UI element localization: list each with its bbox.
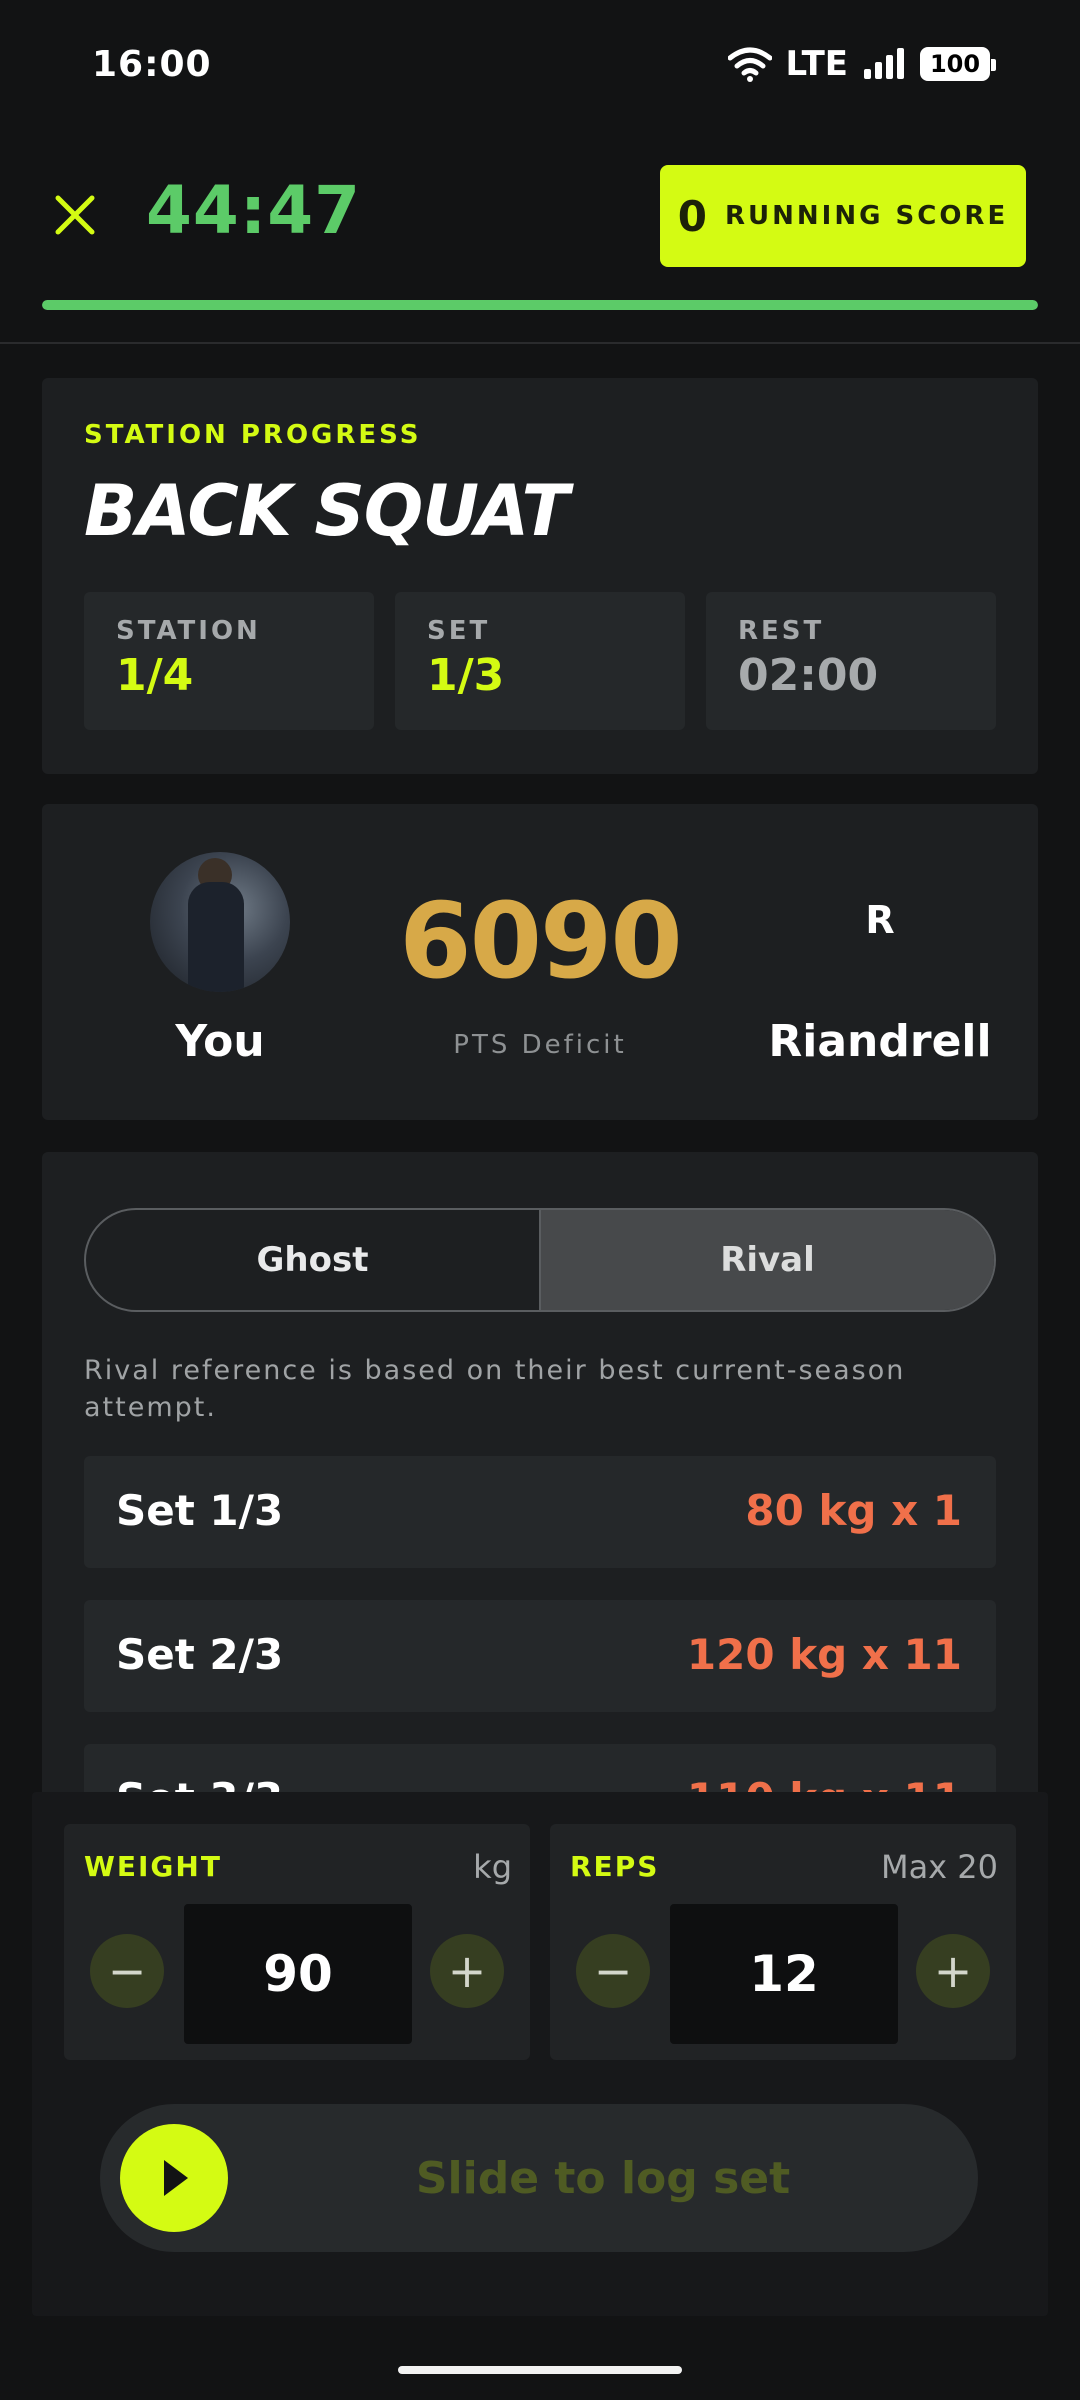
set-value: 80 kg x 1 (745, 1486, 962, 1535)
weight-unit: kg (473, 1848, 512, 1886)
slider-handle[interactable] (120, 2124, 228, 2232)
weight-increment-button[interactable]: + (430, 1934, 504, 2008)
status-icons: LTE 100 (727, 44, 996, 84)
avatar (150, 852, 290, 992)
running-score-label: RUNNING SCORE (725, 201, 1009, 231)
points-deficit-value: 6090 (399, 880, 682, 1002)
stat-label: REST (738, 616, 825, 646)
weight-decrement-button[interactable]: − (90, 1934, 164, 2008)
station-stat: STATION 1/4 (84, 592, 374, 730)
reference-card: Ghost Rival Rival reference is based on … (42, 1152, 1038, 1802)
user-name: You (175, 1016, 265, 1067)
home-indicator[interactable] (398, 2366, 682, 2374)
weight-stepper: WEIGHT kg − 90 + (64, 1824, 530, 2060)
reps-stepper: REPS Max 20 − 12 + (550, 1824, 1016, 2060)
status-time: 16:00 (92, 44, 212, 85)
status-bar: 16:00 LTE 100 (0, 0, 1080, 130)
reps-input[interactable]: 12 (670, 1904, 898, 2044)
reps-max: Max 20 (880, 1848, 998, 1886)
reference-note: Rival reference is based on their best c… (84, 1355, 906, 1423)
workout-header: 44:47 0 RUNNING SCORE (0, 160, 1080, 270)
stat-label: STATION (116, 616, 261, 646)
workout-progress-bar (42, 300, 1038, 310)
set-label: Set 2/3 (116, 1630, 284, 1679)
list-item: Set 2/3 120 kg x 11 (84, 1600, 996, 1712)
header-divider (0, 342, 1080, 344)
reference-toggle: Ghost Rival (84, 1208, 996, 1312)
list-item: Set 1/3 80 kg x 1 (84, 1456, 996, 1568)
rest-stat: REST 02:00 (706, 592, 996, 730)
signal-icon (864, 48, 904, 79)
reps-decrement-button[interactable]: − (576, 1934, 650, 2008)
network-label: LTE (785, 44, 848, 84)
station-progress-card: STATION PROGRESS BACK SQUAT STATION 1/4 … (42, 378, 1038, 774)
tab-ghost[interactable]: Ghost (86, 1210, 541, 1310)
tab-rival[interactable]: Rival (541, 1210, 994, 1310)
play-icon (164, 2160, 188, 2196)
running-score-button[interactable]: 0 RUNNING SCORE (660, 165, 1026, 267)
weight-label: WEIGHT (84, 1850, 222, 1883)
stat-value: 1/4 (116, 650, 194, 701)
set-value: 120 kg x 11 (686, 1630, 962, 1679)
reps-increment-button[interactable]: + (916, 1934, 990, 2008)
stat-value: 02:00 (738, 650, 879, 701)
log-set-panel: WEIGHT kg − 90 + REPS Max 20 − 12 + Slid… (32, 1792, 1048, 2316)
slider-label: Slide to log set (415, 2152, 791, 2204)
wifi-icon (727, 47, 772, 82)
slide-to-log-slider[interactable]: Slide to log set (100, 2104, 978, 2252)
set-stat: SET 1/3 (395, 592, 685, 730)
close-icon[interactable] (50, 190, 100, 240)
running-score-value: 0 (677, 191, 708, 241)
battery-icon: 100 (920, 47, 996, 81)
workout-progress-fill (42, 300, 1038, 310)
rival-avatar-initial: R (865, 898, 895, 942)
stat-label: SET (427, 616, 491, 646)
versus-card: You 6090 PTS Deficit R Riandrell (42, 804, 1038, 1120)
avatar-body (188, 882, 244, 992)
station-progress-label: STATION PROGRESS (84, 420, 422, 450)
points-deficit-label: PTS Deficit (453, 1030, 627, 1060)
weight-input[interactable]: 90 (184, 1904, 412, 2044)
reps-label: REPS (570, 1850, 660, 1883)
stat-value: 1/3 (427, 650, 505, 701)
set-label: Set 1/3 (116, 1486, 284, 1535)
exercise-title: BACK SQUAT (84, 470, 569, 552)
workout-timer: 44:47 (146, 172, 362, 249)
rival-name: Riandrell (768, 1016, 992, 1067)
